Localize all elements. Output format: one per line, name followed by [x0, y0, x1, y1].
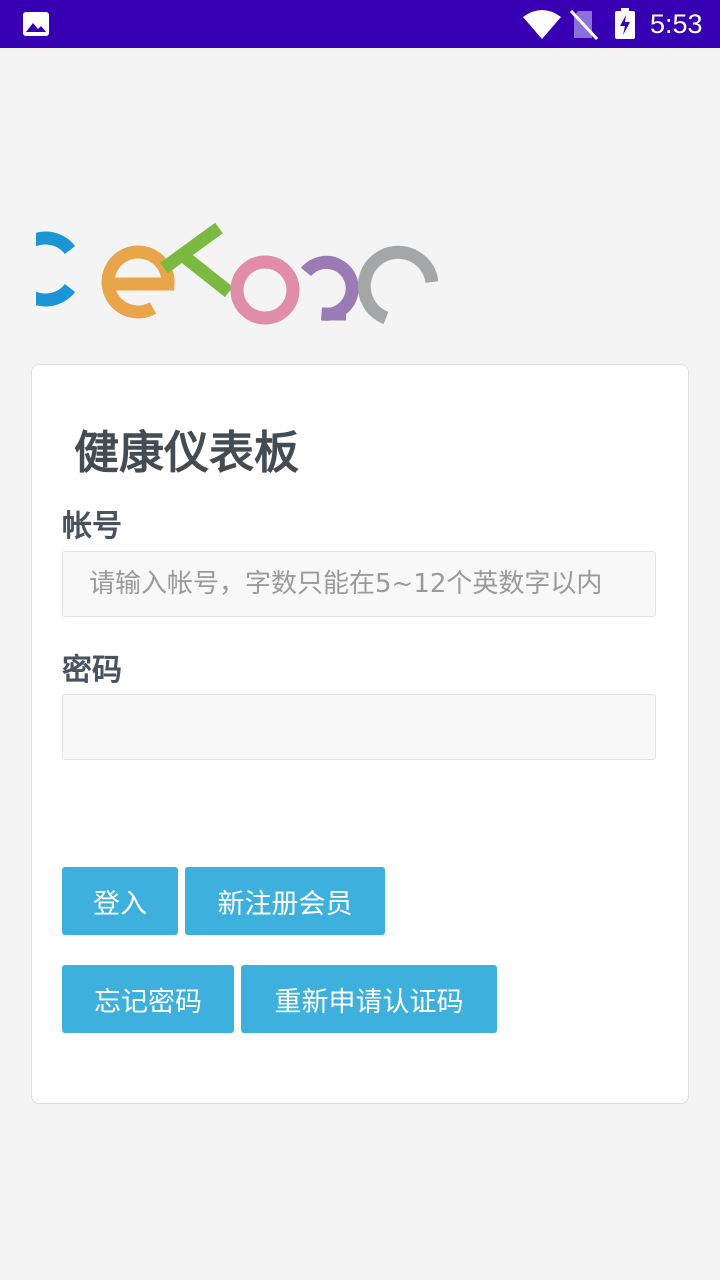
account-label: 帐号	[62, 509, 122, 544]
page-title: 健康仪表板	[74, 426, 300, 479]
no-sim-icon	[570, 10, 598, 40]
status-bar: 5:53	[0, 0, 720, 48]
account-input[interactable]	[62, 551, 656, 617]
register-button[interactable]: 新注册会员	[185, 867, 385, 935]
resend-code-button[interactable]: 重新申请认证码	[241, 965, 497, 1033]
forgot-password-button[interactable]: 忘记密码	[62, 965, 234, 1033]
login-button[interactable]: 登入	[62, 867, 178, 935]
login-card: 健康仪表板 帐号 密码 登入 新注册会员 忘记密码 重新申请认证码	[31, 364, 689, 1104]
cetosc-logo	[36, 222, 438, 325]
clock: 5:53	[650, 9, 703, 39]
password-input[interactable]	[62, 694, 656, 760]
gallery-icon	[23, 12, 49, 36]
wifi-icon	[523, 10, 561, 39]
battery-charging-icon	[615, 8, 635, 39]
password-label: 密码	[62, 653, 122, 688]
